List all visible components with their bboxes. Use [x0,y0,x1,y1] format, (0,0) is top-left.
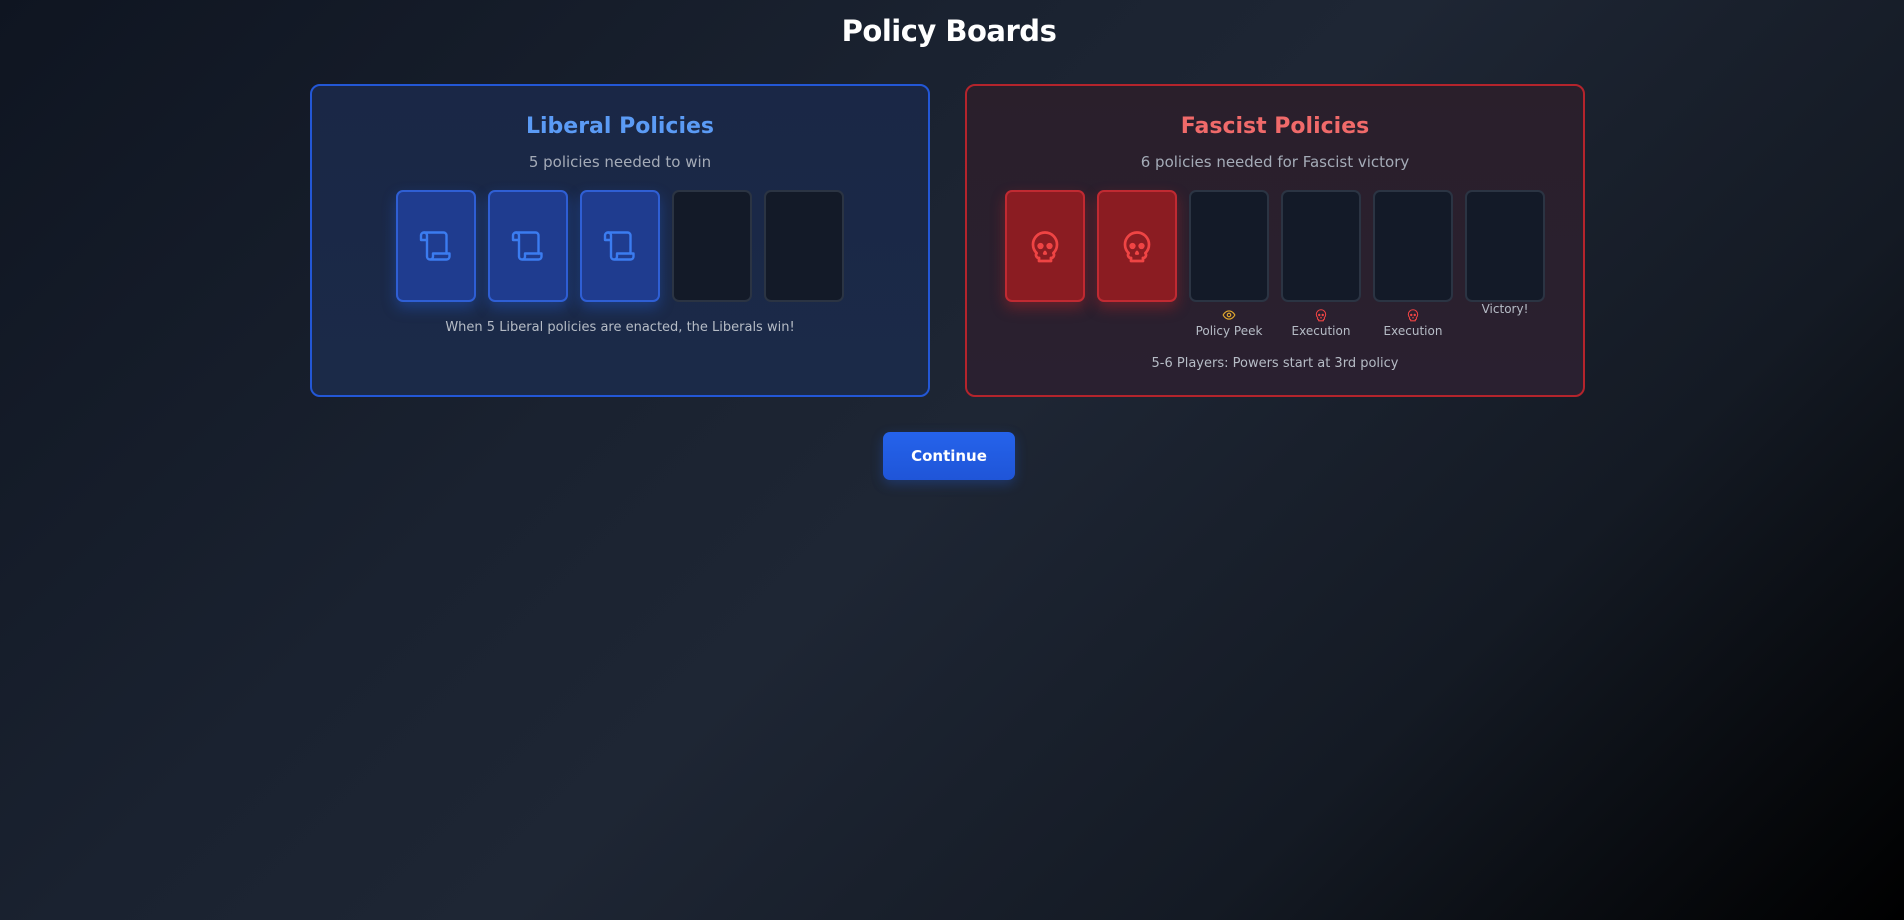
power-slot-6: Victory! [1460,302,1550,316]
liberal-policy-slot-4 [672,190,752,302]
fascist-policy-slot-1 [1005,190,1085,302]
liberal-board-note: When 5 Liberal policies are enacted, the… [445,320,795,335]
power-label: Policy Peek [1195,324,1263,338]
liberal-policy-slot-3 [580,190,660,302]
continue-button[interactable]: Continue [883,432,1015,480]
page-title: Policy Boards [841,14,1057,48]
power-label: Execution [1383,324,1443,338]
scroll-icon [602,228,638,264]
power-label: Execution [1291,324,1351,338]
power-label: Victory! [1481,302,1529,316]
fascist-board-title: Fascist Policies [1180,114,1370,139]
fascist-policy-track [967,190,1583,302]
fascist-policy-slot-2 [1097,190,1177,302]
fascist-policy-slot-5 [1373,190,1453,302]
fascist-board-subtitle: 6 policies needed for Fascist victory [1140,153,1410,171]
fascist-board: Fascist Policies 6 policies needed for F… [965,84,1585,397]
fascist-policy-slot-3 [1189,190,1269,302]
fascist-policy-slot-6 [1465,190,1545,302]
power-slot-5: Execution [1368,308,1458,338]
liberal-board-title: Liberal Policies [525,114,715,139]
skull-icon [1406,308,1420,322]
fascist-board-note: 5-6 Players: Powers start at 3rd policy [1151,356,1399,371]
skull-icon [1027,228,1063,264]
scroll-icon [510,228,546,264]
liberal-policy-track [312,190,928,302]
power-slot-3: Policy Peek [1184,308,1274,338]
liberal-policy-slot-1 [396,190,476,302]
liberal-board: Liberal Policies 5 policies needed to wi… [310,84,930,397]
fascist-policy-slot-4 [1281,190,1361,302]
power-slot-4: Execution [1276,308,1366,338]
eye-icon [1222,308,1236,322]
skull-icon [1314,308,1328,322]
skull-icon [1119,228,1155,264]
liberal-policy-slot-5 [764,190,844,302]
liberal-policy-slot-2 [488,190,568,302]
scroll-icon [418,228,454,264]
liberal-board-subtitle: 5 policies needed to win [528,153,712,171]
